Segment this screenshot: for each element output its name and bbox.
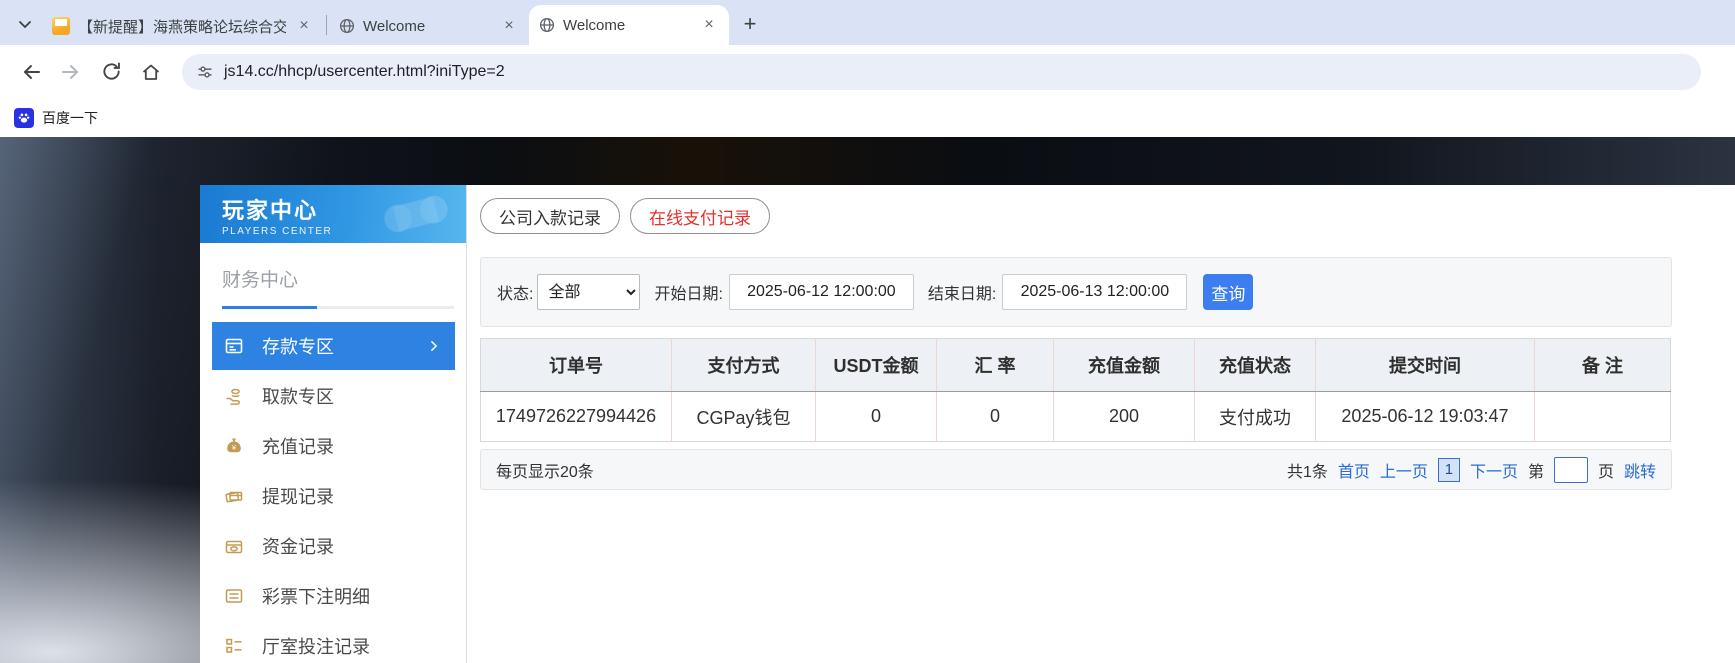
players-center-sidebar: 玩家中心 PLAYERS CENTER 财务中心 存款专区 — [200, 185, 466, 663]
sidebar-item-label: 资金记录 — [262, 533, 441, 559]
sidebar-item-label: 厅室投注记录 — [262, 633, 441, 659]
reload-icon[interactable] — [94, 55, 128, 89]
browser-tab-welcome-1[interactable]: Welcome × — [329, 7, 529, 45]
money-bag-icon: ¥ — [224, 436, 244, 456]
sidebar-item-recharge-records[interactable]: ¥ 充值记录 — [212, 422, 455, 470]
total-count-text: 共1条 — [1287, 458, 1328, 482]
sidebar-item-withdraw[interactable]: 取款专区 — [212, 372, 455, 420]
main-content: 公司入款记录 在线支付记录 状态: 全部 开始日期: 结束日期: 查询 — [466, 185, 1735, 663]
query-button[interactable]: 查询 — [1203, 274, 1253, 310]
cell-recharge-status: 支付成功 — [1195, 392, 1316, 442]
sidebar-menu: 存款专区 取款专区 ¥ 充值记录 提现 — [212, 322, 455, 663]
tab-company-deposit-records[interactable]: 公司入款记录 — [480, 198, 620, 234]
start-date-label: 开始日期: — [654, 280, 722, 304]
address-bar[interactable]: js14.cc/hhcp/usercenter.html?iniType=2 — [182, 54, 1701, 90]
cards-icon — [224, 486, 244, 506]
sidebar-item-withdraw-records[interactable]: 提现记录 — [212, 472, 455, 520]
jump-suffix-label: 页 — [1598, 458, 1614, 482]
sidebar-item-hall-bet-records[interactable]: 厅室投注记录 — [212, 622, 455, 663]
globe-favicon-icon — [339, 18, 355, 34]
col-payment-method: 支付方式 — [672, 339, 816, 392]
cell-order-number: 1749726227994426 — [481, 392, 672, 442]
tab-online-payment-records[interactable]: 在线支付记录 — [630, 198, 770, 234]
col-submit-time: 提交时间 — [1316, 339, 1535, 392]
table-header-row: 订单号 支付方式 USDT金额 汇 率 充值金额 充值状态 提交时间 备 注 — [481, 339, 1671, 392]
url-text[interactable]: js14.cc/hhcp/usercenter.html?iniType=2 — [224, 63, 505, 81]
site-settings-icon[interactable] — [196, 63, 214, 81]
prev-page-link[interactable]: 上一页 — [1380, 458, 1428, 482]
section-divider — [222, 306, 454, 309]
sidebar-item-lottery-bet-details[interactable]: 彩票下注明细 — [212, 572, 455, 620]
col-remark: 备 注 — [1535, 339, 1671, 392]
new-tab-button[interactable]: + — [735, 9, 765, 39]
sidebar-item-label: 存款专区 — [262, 333, 409, 359]
sidebar-item-label: 充值记录 — [262, 433, 441, 459]
browser-tab-forum[interactable]: 【新提醒】海燕策略论坛综合交 × — [42, 7, 324, 45]
back-icon[interactable] — [14, 55, 48, 89]
sidebar-section-title: 财务中心 — [200, 243, 466, 292]
globe-favicon-icon — [539, 17, 555, 33]
jump-page-input[interactable] — [1554, 457, 1588, 483]
cell-recharge-amount: 200 — [1054, 392, 1195, 442]
browser-tab-strip: 【新提醒】海燕策略论坛综合交 × Welcome × Welcome × + — [0, 0, 1735, 45]
hand-coin-icon — [224, 386, 244, 406]
tab-divider — [326, 15, 327, 35]
tab-title: 【新提醒】海燕策略论坛综合交 — [78, 16, 286, 37]
end-date-input[interactable] — [1002, 274, 1187, 310]
jump-action-link[interactable]: 跳转 — [1624, 458, 1656, 482]
cell-remark — [1535, 392, 1671, 442]
col-usdt-amount: USDT金额 — [816, 339, 937, 392]
pagination-bar: 每页显示20条 共1条 首页 上一页 1 下一页 第 页 跳转 — [480, 449, 1672, 490]
cell-exchange-rate: 0 — [937, 392, 1054, 442]
browser-toolbar: js14.cc/hhcp/usercenter.html?iniType=2 — [0, 45, 1735, 98]
page-background: 玩家中心 PLAYERS CENTER 财务中心 存款专区 — [0, 137, 1735, 663]
close-icon[interactable]: × — [499, 16, 519, 36]
chevron-right-icon — [427, 339, 441, 353]
home-icon[interactable] — [134, 55, 168, 89]
next-page-link[interactable]: 下一页 — [1470, 458, 1518, 482]
bookmark-baidu[interactable]: 百度一下 — [42, 108, 98, 128]
current-page-badge[interactable]: 1 — [1438, 458, 1460, 482]
forward-icon[interactable] — [54, 55, 88, 89]
cell-usdt-amount: 0 — [816, 392, 937, 442]
col-recharge-status: 充值状态 — [1195, 339, 1316, 392]
sidebar-item-label: 彩票下注明细 — [262, 583, 441, 609]
close-icon[interactable]: × — [699, 15, 719, 35]
col-recharge-amount: 充值金额 — [1054, 339, 1195, 392]
page-size-text: 每页显示20条 — [496, 458, 1287, 482]
sidebar-item-deposit[interactable]: 存款专区 — [212, 322, 455, 370]
payment-records-table: 订单号 支付方式 USDT金额 汇 率 充值金额 充值状态 提交时间 备 注 1… — [480, 338, 1671, 442]
cell-submit-time: 2025-06-12 19:03:47 — [1316, 392, 1535, 442]
end-date-label: 结束日期: — [928, 280, 996, 304]
sidebar-header: 玩家中心 PLAYERS CENTER — [200, 185, 466, 243]
document-favicon-icon — [52, 17, 70, 35]
sidebar-item-label: 取款专区 — [262, 383, 441, 409]
wallet-icon — [224, 536, 244, 556]
status-select[interactable]: 全部 — [537, 274, 640, 310]
browser-tab-welcome-active[interactable]: Welcome × — [529, 5, 729, 45]
checklist-icon — [224, 636, 244, 656]
col-exchange-rate: 汇 率 — [937, 339, 1054, 392]
status-label: 状态: — [497, 280, 533, 304]
list-document-icon — [224, 586, 244, 606]
baidu-favicon-icon — [14, 108, 34, 128]
col-order-number: 订单号 — [481, 339, 672, 392]
tab-title: Welcome — [363, 18, 491, 35]
record-type-tabs: 公司入款记录 在线支付记录 — [480, 198, 1672, 234]
bookmarks-bar: 百度一下 — [0, 98, 1735, 137]
tab-title: Welcome — [563, 17, 691, 34]
start-date-input[interactable] — [729, 274, 914, 310]
filter-bar: 状态: 全部 开始日期: 结束日期: 查询 — [480, 257, 1672, 327]
deposit-card-icon — [224, 336, 244, 356]
close-icon[interactable]: × — [294, 16, 314, 36]
tab-search-chevron-icon[interactable] — [8, 7, 42, 41]
first-page-link[interactable]: 首页 — [1338, 458, 1370, 482]
sidebar-item-funds-records[interactable]: 资金记录 — [212, 522, 455, 570]
table-row: 1749726227994426 CGPay钱包 0 0 200 支付成功 20… — [481, 392, 1671, 442]
jump-prefix-label: 第 — [1528, 458, 1544, 482]
cell-payment-method: CGPay钱包 — [672, 392, 816, 442]
sidebar-item-label: 提现记录 — [262, 483, 441, 509]
